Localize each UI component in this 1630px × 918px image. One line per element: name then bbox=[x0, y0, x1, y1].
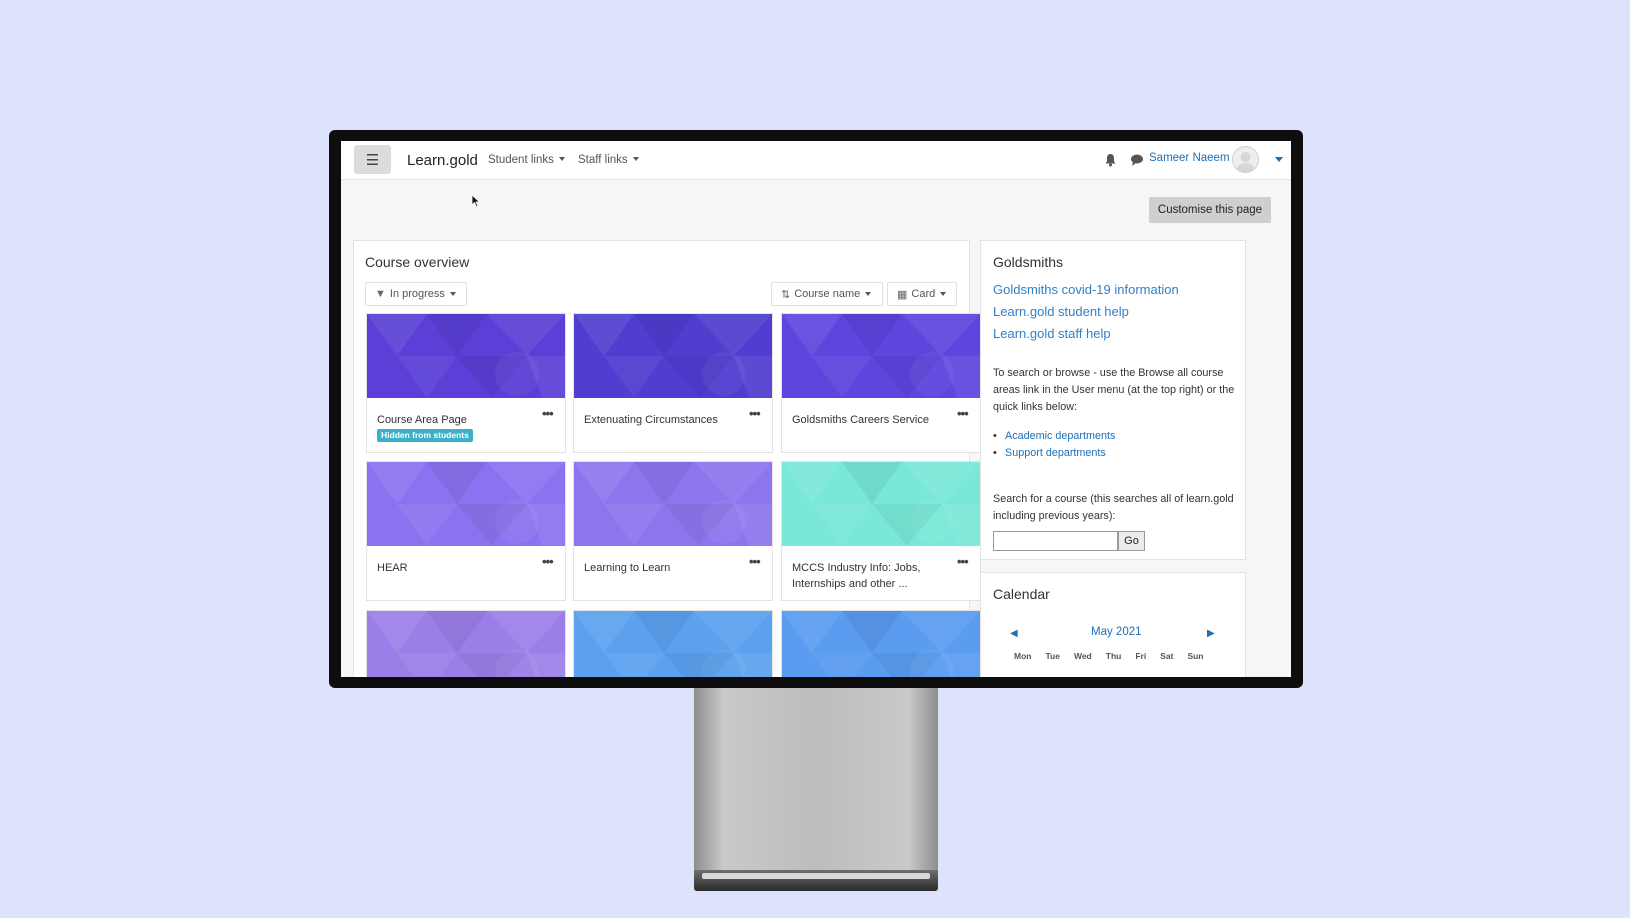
academic-departments-link[interactable]: Academic departments bbox=[993, 430, 1115, 447]
staff-links-label: Staff links bbox=[578, 154, 628, 166]
sort-dropdown[interactable]: ⇅ Course name bbox=[771, 282, 883, 306]
course-card[interactable]: Course Area Page ••• Hidden from students bbox=[366, 313, 566, 453]
more-options-icon[interactable]: ••• bbox=[749, 406, 761, 421]
course-name[interactable]: Extenuating Circumstances bbox=[584, 412, 744, 428]
quick-links-list: Academic departments Support departments bbox=[993, 430, 1115, 464]
browse-instructions: To search or browse - use the Browse all… bbox=[993, 367, 1235, 413]
weekday-label: Sat bbox=[1160, 651, 1174, 661]
course-card[interactable]: Learning to Learn ••• bbox=[573, 461, 773, 601]
view-label: Card bbox=[911, 288, 936, 300]
chat-icon[interactable] bbox=[1130, 153, 1144, 167]
chevron-down-icon bbox=[632, 157, 639, 161]
staff-links-menu[interactable]: Staff links bbox=[578, 154, 639, 166]
course-card[interactable] bbox=[573, 610, 773, 677]
goldsmiths-block: Goldsmiths Goldsmiths covid-19 informati… bbox=[980, 240, 1246, 560]
hamburger-icon[interactable]: ☰ bbox=[354, 145, 391, 174]
weekday-label: Fri bbox=[1135, 651, 1147, 661]
calendar-weekdays: Mon Tue Wed Thu Fri Sat Sun bbox=[1014, 651, 1218, 661]
course-name[interactable]: Learning to Learn bbox=[584, 560, 744, 576]
chevron-down-icon bbox=[865, 292, 872, 296]
course-image[interactable] bbox=[574, 611, 772, 677]
site-brand[interactable]: Learn.gold bbox=[407, 152, 478, 169]
course-image[interactable] bbox=[367, 314, 565, 398]
next-month-icon[interactable]: ▶ bbox=[1207, 628, 1215, 639]
course-image[interactable] bbox=[782, 611, 980, 677]
course-image[interactable] bbox=[367, 462, 565, 546]
course-image[interactable] bbox=[782, 314, 980, 398]
course-name[interactable]: MCCS Industry Info: Jobs, Internships an… bbox=[792, 560, 952, 592]
staff-help-link[interactable]: Learn.gold staff help bbox=[993, 326, 1111, 341]
mouse-cursor-icon bbox=[471, 194, 481, 208]
calendar-month: May 2021 bbox=[1091, 626, 1142, 638]
course-card[interactable]: Extenuating Circumstances ••• bbox=[573, 313, 773, 453]
avatar[interactable] bbox=[1232, 146, 1259, 173]
support-departments-link[interactable]: Support departments bbox=[993, 447, 1115, 464]
course-card[interactable]: Goldsmiths Careers Service ••• bbox=[781, 313, 981, 453]
more-options-icon[interactable]: ••• bbox=[957, 406, 969, 421]
monitor-stand-base bbox=[694, 870, 938, 891]
weekday-label: Tue bbox=[1045, 651, 1060, 661]
more-options-icon[interactable]: ••• bbox=[957, 554, 969, 569]
student-help-link[interactable]: Learn.gold student help bbox=[993, 304, 1129, 319]
more-options-icon[interactable]: ••• bbox=[749, 554, 761, 569]
chevron-down-icon bbox=[940, 292, 947, 296]
monitor-frame: ☰ Learn.gold Student links Staff links S… bbox=[329, 130, 1303, 688]
course-card[interactable]: HEAR ••• bbox=[366, 461, 566, 601]
calendar-block: Calendar ◀ May 2021 ▶ Mon Tue Wed Thu Fri Sat… bbox=[980, 572, 1246, 677]
customise-page-button[interactable]: Customise this page bbox=[1149, 197, 1271, 223]
chevron-down-icon bbox=[449, 292, 456, 296]
course-name[interactable]: Goldsmiths Careers Service bbox=[792, 412, 952, 428]
covid-info-link[interactable]: Goldsmiths covid-19 information bbox=[993, 282, 1179, 297]
course-search-input[interactable] bbox=[993, 531, 1118, 551]
weekday-label: Thu bbox=[1105, 651, 1122, 661]
browser-screen: ☰ Learn.gold Student links Staff links S… bbox=[341, 141, 1291, 677]
course-image[interactable] bbox=[367, 611, 565, 677]
more-options-icon[interactable]: ••• bbox=[542, 554, 554, 569]
course-overview-title: Course overview bbox=[365, 254, 470, 270]
prev-month-icon[interactable]: ◀ bbox=[1010, 628, 1018, 639]
course-image[interactable] bbox=[782, 462, 980, 546]
course-image[interactable] bbox=[574, 314, 772, 398]
course-search-text: Search for a course (this searches all o… bbox=[993, 493, 1234, 522]
monitor-stand bbox=[694, 688, 938, 873]
go-button[interactable]: Go bbox=[1118, 531, 1145, 551]
course-card[interactable] bbox=[781, 610, 981, 677]
view-dropdown[interactable]: ▦ Card bbox=[887, 282, 957, 306]
student-links-label: Student links bbox=[488, 154, 554, 166]
course-name[interactable]: Course Area Page bbox=[377, 412, 537, 428]
grid-icon: ▦ bbox=[897, 288, 908, 301]
sort-label: Course name bbox=[794, 288, 861, 300]
course-card[interactable]: MCCS Industry Info: Jobs, Internships an… bbox=[781, 461, 981, 601]
user-name[interactable]: Sameer Naeem bbox=[1149, 152, 1230, 164]
more-options-icon[interactable]: ••• bbox=[542, 406, 554, 421]
bell-icon[interactable] bbox=[1104, 153, 1117, 167]
weekday-label: Mon bbox=[1014, 651, 1032, 661]
weekday-label: Wed bbox=[1073, 651, 1092, 661]
course-overview-block: Course overview ▼ In progress ⇅ Course nam… bbox=[353, 240, 981, 677]
filter-label: In progress bbox=[389, 288, 445, 300]
top-navbar: ☰ Learn.gold Student links Staff links S… bbox=[341, 141, 1291, 180]
student-links-menu[interactable]: Student links bbox=[488, 154, 565, 166]
calendar-title: Calendar bbox=[993, 586, 1050, 602]
chevron-down-icon bbox=[558, 157, 565, 161]
course-image[interactable] bbox=[574, 462, 772, 546]
hidden-badge: Hidden from students bbox=[377, 429, 473, 442]
filter-dropdown[interactable]: ▼ In progress bbox=[365, 282, 467, 306]
goldsmiths-title: Goldsmiths bbox=[993, 254, 1064, 270]
sort-icon: ⇅ bbox=[781, 288, 791, 301]
course-name[interactable]: HEAR bbox=[377, 560, 537, 576]
user-menu-chevron-icon[interactable] bbox=[1275, 157, 1283, 162]
filter-icon: ▼ bbox=[375, 288, 386, 300]
weekday-label: Sun bbox=[1187, 651, 1204, 661]
course-card[interactable] bbox=[366, 610, 566, 677]
